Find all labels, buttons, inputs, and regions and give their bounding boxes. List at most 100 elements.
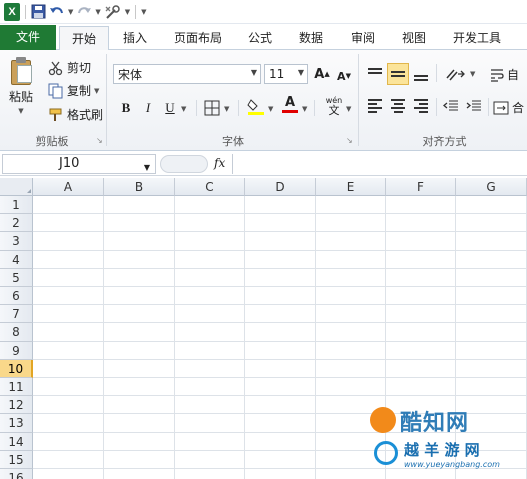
tab-review[interactable]: 审阅 <box>340 26 386 50</box>
column-header[interactable]: C <box>175 178 245 196</box>
row-header[interactable]: 11 <box>0 378 33 397</box>
fill-color-dropdown-icon[interactable]: ▼ <box>268 105 273 113</box>
tab-data[interactable]: 数据 <box>288 26 334 50</box>
tab-developer[interactable]: 开发工具 <box>444 26 510 50</box>
orientation-dropdown-icon[interactable]: ▼ <box>470 70 475 78</box>
name-box[interactable]: J10 ▼ <box>2 154 156 174</box>
merge-cells-icon <box>493 101 509 114</box>
formula-splitter[interactable] <box>160 155 208 173</box>
tab-page-layout[interactable]: 页面布局 <box>164 26 232 50</box>
font-color-button[interactable]: A <box>280 94 300 114</box>
wrap-text-button[interactable]: 自 <box>490 66 519 83</box>
align-bottom-icon <box>414 75 428 81</box>
format-painter-button[interactable]: 格式刷 <box>48 106 103 123</box>
row-header[interactable]: 12 <box>0 396 33 415</box>
gridline <box>33 340 527 342</box>
row-header[interactable]: 16 <box>0 469 33 479</box>
shrink-font-button[interactable]: A ▼ <box>334 66 354 86</box>
redo-dropdown-icon[interactable]: ▼ <box>95 8 100 16</box>
insert-function-icon[interactable]: fx <box>214 156 225 170</box>
row-header[interactable]: 10 <box>0 359 33 378</box>
underline-dropdown-icon[interactable]: ▼ <box>181 105 186 113</box>
divider <box>238 100 239 116</box>
phonetic-button[interactable]: wén 文 <box>322 96 346 116</box>
tools-dropdown-icon[interactable]: ▼ <box>125 8 130 16</box>
paste-button[interactable]: 粘贴 ▼ <box>8 56 34 115</box>
borders-button[interactable] <box>202 98 222 118</box>
tools-icon[interactable] <box>104 3 122 21</box>
gridline <box>103 196 104 479</box>
row-header[interactable]: 5 <box>0 268 33 287</box>
row-header[interactable]: 13 <box>0 414 33 433</box>
cut-button[interactable]: 剪切 <box>48 59 91 76</box>
align-bottom-button[interactable] <box>410 63 432 85</box>
orientation-button[interactable] <box>442 63 472 85</box>
copy-icon <box>48 83 63 98</box>
column-header[interactable]: B <box>104 178 175 196</box>
undo-icon[interactable] <box>49 3 65 21</box>
font-color-dropdown-icon[interactable]: ▼ <box>302 105 307 113</box>
row-header[interactable]: 15 <box>0 450 33 469</box>
align-middle-button[interactable] <box>387 63 409 85</box>
font-launcher-icon[interactable]: ↘ <box>346 136 353 145</box>
phonetic-dropdown-icon[interactable]: ▼ <box>346 105 351 113</box>
row-header[interactable]: 7 <box>0 305 33 324</box>
undo-dropdown-icon[interactable]: ▼ <box>68 8 73 16</box>
align-top-button[interactable] <box>364 63 386 85</box>
select-all-corner[interactable] <box>0 178 33 196</box>
grow-font-button[interactable]: A ▲ <box>312 64 332 84</box>
row-header[interactable]: 14 <box>0 432 33 451</box>
merge-center-button[interactable]: 合 <box>493 99 524 116</box>
tab-file[interactable]: 文件 <box>0 25 56 50</box>
row-header[interactable]: 6 <box>0 287 33 306</box>
gridline <box>315 196 316 479</box>
customize-toolbar-icon[interactable]: ▼ <box>141 8 146 16</box>
align-left-button[interactable] <box>364 95 386 117</box>
column-header[interactable]: A <box>33 178 104 196</box>
format-painter-label: 格式刷 <box>67 108 104 122</box>
clipboard-launcher-icon[interactable]: ↘ <box>96 136 103 145</box>
cut-label: 剪切 <box>67 61 92 75</box>
font-name-select[interactable]: 宋体 ▼ <box>113 64 261 84</box>
tab-insert[interactable]: 插入 <box>113 26 157 50</box>
tab-home[interactable]: 开始 <box>59 26 109 51</box>
borders-dropdown-icon[interactable]: ▼ <box>224 105 229 113</box>
row-header[interactable]: 4 <box>0 250 33 269</box>
align-right-button[interactable] <box>410 95 432 117</box>
font-size-select[interactable]: 11 ▼ <box>264 64 308 84</box>
copy-label: 复制 <box>67 84 92 98</box>
column-header[interactable]: D <box>245 178 316 196</box>
decrease-indent-button[interactable] <box>440 95 462 117</box>
row-header[interactable]: 9 <box>0 341 33 360</box>
chevron-down-icon: ▼ <box>143 163 150 172</box>
cell-reference: J10 <box>59 156 80 171</box>
tab-view[interactable]: 视图 <box>392 26 436 50</box>
paste-label: 粘贴 <box>8 90 33 104</box>
row-header[interactable]: 2 <box>0 214 33 233</box>
save-icon[interactable] <box>31 3 46 21</box>
column-header[interactable]: E <box>316 178 386 196</box>
italic-button[interactable]: I <box>138 98 158 118</box>
column-header[interactable]: G <box>456 178 527 196</box>
formula-input[interactable] <box>232 154 527 174</box>
divider <box>488 98 489 116</box>
divider <box>436 64 437 82</box>
shrink-font-icon: A <box>337 69 346 83</box>
fill-color-button[interactable] <box>246 96 266 116</box>
increase-indent-button[interactable] <box>463 95 485 117</box>
divider <box>25 4 26 19</box>
align-center-button[interactable] <box>387 95 409 117</box>
gridline <box>33 213 527 215</box>
gridline <box>33 267 527 269</box>
bold-button[interactable]: B <box>116 98 136 118</box>
row-header[interactable]: 8 <box>0 323 33 342</box>
copy-button[interactable]: 复制 ▼ <box>48 82 99 99</box>
row-header[interactable]: 1 <box>0 196 33 215</box>
tab-formulas[interactable]: 公式 <box>238 26 282 50</box>
excel-logo-icon[interactable]: X <box>4 2 20 21</box>
gridline <box>33 304 527 306</box>
column-header[interactable]: F <box>386 178 456 196</box>
row-header[interactable]: 3 <box>0 232 33 251</box>
underline-button[interactable]: U <box>160 98 180 118</box>
redo-icon[interactable] <box>76 3 92 21</box>
